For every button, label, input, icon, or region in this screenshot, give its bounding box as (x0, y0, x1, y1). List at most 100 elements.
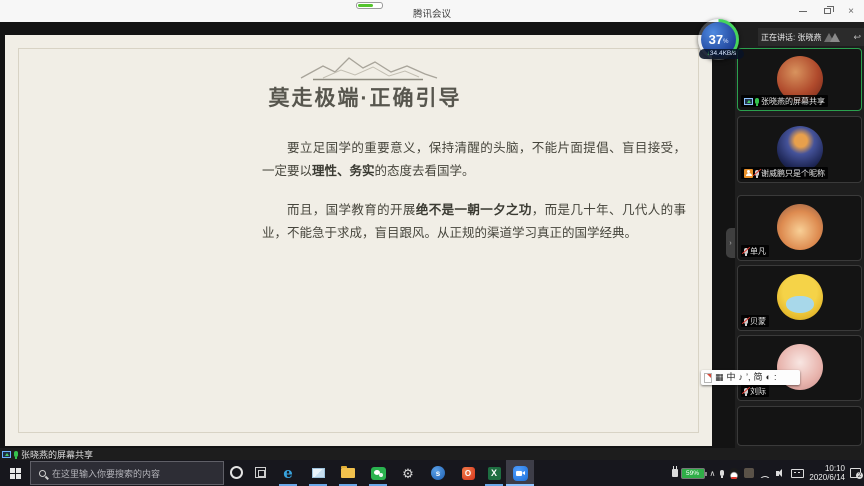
sidebar-collapse-handle[interactable]: › (726, 228, 735, 258)
tray-date: 2020/6/14 (809, 473, 845, 482)
slide-paragraph-1: 要立足国学的重要意义，保持清醒的头脑，不能片面提倡、盲目接受，一定要以理性、务实… (262, 137, 686, 182)
blue-app-icon: s (431, 466, 445, 480)
screen-share-icon (2, 451, 11, 458)
speaker-icon[interactable] (776, 469, 786, 478)
participant-3-nametag: 单凡 (741, 245, 769, 257)
participant-4-avatar (777, 274, 823, 320)
taskbar-app-explorer[interactable] (334, 460, 362, 486)
network-speed-pill: ↓34.4KB/s (699, 49, 744, 59)
ime-menu-icon[interactable]: : (774, 370, 777, 385)
windows-taskbar: 在这里输入你要搜索的内容 e ⚙ s O X (0, 460, 864, 486)
screen: 腾讯会议 × 莫走极端·正确引导 要立足国学的重要意义，保持清醒的头脑，不能片面… (0, 0, 864, 486)
screen-share-statusbar: 张晓燕的屏幕共享 (0, 448, 864, 460)
presentation-slide: 莫走极端·正确引导 要立足国学的重要意义，保持清醒的头脑，不能片面提倡、盲目接受… (5, 35, 712, 446)
taskbar-app-blue[interactable]: s (424, 460, 452, 486)
tray-mic-icon[interactable] (720, 470, 724, 476)
participant-3-name: 单凡 (750, 246, 766, 257)
taskbar-app-mail[interactable] (304, 460, 332, 486)
ime-keyboard-icon[interactable]: ▦ (715, 370, 724, 385)
participant-tile-6-partial[interactable] (737, 406, 862, 446)
ime-notepad-icon[interactable] (704, 373, 712, 383)
tray-clock[interactable]: 10:10 2020/6/14 (809, 464, 845, 482)
cortana-button[interactable] (230, 466, 243, 479)
participant-tile-2[interactable]: 谢威鹏只是个昵称 (737, 116, 862, 183)
app-title: 腾讯会议 (0, 6, 864, 20)
screen-share-label: 张晓燕的屏幕共享 (21, 448, 93, 461)
slide-title: 莫走极端·正确引导 (155, 82, 575, 112)
mic-muted-icon (744, 388, 748, 394)
taskbar-app-excel[interactable]: X (480, 460, 508, 486)
network-percent: 37 (709, 32, 723, 47)
wechat-icon (371, 467, 386, 480)
taskbar-app-edge[interactable]: e (274, 460, 302, 486)
minimize-icon (799, 11, 807, 12)
tray-time: 10:10 (809, 464, 845, 473)
notification-center-icon[interactable]: 2 (850, 468, 861, 478)
participant-tile-3[interactable]: 单凡 (737, 195, 862, 261)
system-tray: 59% ∧ 10:10 2020/6/14 2 (672, 460, 861, 486)
taskbar-search-input[interactable]: 在这里输入你要搜索的内容 (30, 461, 224, 485)
notification-badge: 2 (856, 472, 863, 479)
participant-2-nametag: 谢威鹏只是个昵称 (741, 167, 828, 179)
search-placeholder: 在这里输入你要搜索的内容 (52, 467, 160, 480)
participant-3-avatar (777, 204, 823, 250)
speaking-banner-label: 正在讲话: 张晓燕 (761, 32, 821, 43)
search-icon (39, 470, 46, 477)
face-mask-graphic (786, 296, 814, 313)
start-button[interactable] (0, 460, 30, 486)
tray-chevron-icon[interactable]: ∧ (710, 469, 716, 478)
restore-button[interactable] (820, 4, 834, 18)
participant-tile-1[interactable]: 张晓燕的屏幕共享 (737, 48, 862, 111)
ime-simplified-mode[interactable]: 简 (754, 370, 763, 385)
participant-2-avatar (777, 126, 823, 172)
host-badge-icon (744, 169, 753, 178)
window-controls: × (796, 0, 858, 22)
mic-on-icon (14, 451, 18, 457)
mail-icon (312, 468, 325, 478)
network-percent-suffix: % (723, 39, 728, 45)
participant-tile-4[interactable]: 贝蒙 (737, 265, 862, 331)
mic-muted-icon (755, 170, 759, 176)
restore-icon (824, 8, 831, 14)
participant-4-name: 贝蒙 (750, 316, 766, 327)
network-speed-value: 34.4KB/s (710, 50, 736, 57)
manager-tray-icon[interactable] (744, 468, 754, 478)
qq-tray-icon[interactable] (729, 468, 739, 479)
slide-paragraph-2: 而且，国学教育的开展绝不是一朝一夕之功，而是几十年、几代人的事业，不能急于求成，… (262, 199, 686, 244)
office-icon: O (462, 467, 475, 480)
tencent-meeting-icon (513, 466, 528, 481)
participant-5-name: 刘际 (750, 386, 766, 397)
touch-keyboard-icon[interactable] (791, 469, 804, 478)
screen-share-icon (744, 98, 753, 105)
battery-tray-indicator[interactable]: 59% (681, 468, 705, 479)
taskbar-app-office[interactable]: O (454, 460, 482, 486)
mic-muted-icon (744, 318, 748, 324)
mic-muted-icon (744, 248, 748, 254)
minimize-button[interactable] (796, 4, 810, 18)
participant-5-nametag: 刘际 (741, 385, 769, 397)
slide-body: 要立足国学的重要意义，保持清醒的头脑，不能片面提倡、盲目接受，一定要以理性、务实… (262, 137, 686, 244)
ime-chinese-mode[interactable]: 中 (727, 370, 736, 385)
windows-logo-icon (10, 468, 21, 479)
participant-1-nametag: 张晓燕的屏幕共享 (741, 95, 828, 107)
edge-icon: e (283, 466, 293, 481)
folder-icon (341, 468, 355, 478)
back-arrow-icon[interactable]: ↩ (853, 32, 861, 43)
speaking-banner: 正在讲话: 张晓燕 ↩ (758, 28, 864, 46)
participant-tile-5[interactable]: 刘际 (737, 335, 862, 401)
participant-2-name: 谢威鹏只是个昵称 (761, 168, 825, 179)
taskbar-app-settings[interactable]: ⚙ (394, 460, 422, 486)
ime-punctuation-mode[interactable]: ’, (746, 370, 751, 385)
mic-on-icon (755, 98, 759, 104)
close-button[interactable]: × (844, 4, 858, 18)
ime-toolbar[interactable]: ▦ 中 ♪ ’, 简 ◐ : (701, 370, 800, 385)
taskbar-app-wechat[interactable] (364, 460, 392, 486)
wifi-icon[interactable] (759, 469, 771, 478)
power-plug-icon (672, 469, 678, 477)
excel-icon: X (488, 467, 501, 480)
ime-sound-icon[interactable]: ♪ (739, 370, 744, 385)
ime-halfwidth-icon[interactable]: ◐ (766, 370, 771, 385)
taskbar-app-meeting[interactable] (506, 460, 534, 486)
task-view-button[interactable] (255, 467, 266, 478)
mountain-sketch-image (293, 52, 441, 86)
